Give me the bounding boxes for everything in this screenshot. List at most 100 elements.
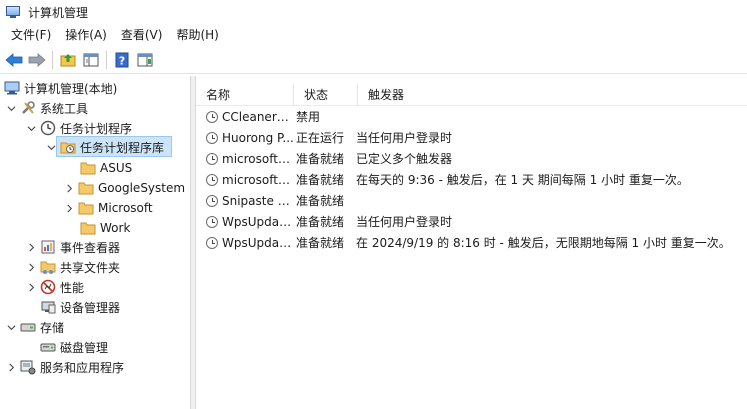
- shared-folder-icon: [40, 259, 56, 275]
- tree-label: 磁盘管理: [60, 340, 109, 355]
- column-header-status[interactable]: 状态: [294, 84, 358, 106]
- task-name: CCleanerSk...: [222, 109, 294, 124]
- performance-no-entry-icon: [40, 279, 56, 295]
- device-manager-icon: [40, 299, 56, 315]
- task-status: 准备就绪: [296, 173, 345, 187]
- tree-label: Microsoft: [98, 201, 153, 215]
- tree-item-folder-asus[interactable]: ASUS: [80, 158, 132, 178]
- help-icon[interactable]: ?: [112, 50, 132, 70]
- show-hide-action-pane-icon[interactable]: [135, 50, 155, 70]
- chevron-down-icon[interactable]: [6, 322, 16, 332]
- tree-item-system-tools[interactable]: 系统工具: [6, 98, 88, 118]
- tree-item-performance[interactable]: 性能: [26, 277, 84, 297]
- event-viewer-icon: [40, 239, 56, 255]
- table-row[interactable]: CCleanerSk... 禁用: [196, 106, 747, 127]
- tree-item-shared-folders[interactable]: 共享文件夹: [26, 257, 120, 277]
- chevron-right-icon[interactable]: [64, 183, 74, 193]
- folder-icon: [78, 180, 94, 196]
- task-clock-icon: [206, 173, 218, 186]
- menu-help[interactable]: 帮助(H): [169, 24, 225, 46]
- task-name: Snipaste (R...: [222, 193, 294, 208]
- table-row[interactable]: WpsUpdat... 准备就绪 当任何用户登录时: [196, 211, 747, 232]
- task-status: 准备就绪: [296, 236, 345, 250]
- chevron-right-icon[interactable]: [26, 262, 36, 272]
- task-trigger: 当任何用户登录时: [356, 131, 453, 145]
- forward-arrow-icon[interactable]: [27, 50, 47, 70]
- tree-item-folder-googlesystem[interactable]: GoogleSystem: [64, 178, 185, 198]
- folder-icon: [80, 160, 96, 176]
- tree-item-storage[interactable]: 存储: [6, 317, 64, 337]
- chevron-right-icon[interactable]: [64, 203, 74, 213]
- table-row[interactable]: microsofte... 准备就绪 在每天的 9:36 - 触发后，在 1 天…: [196, 169, 747, 190]
- services-icon: [20, 359, 36, 375]
- task-clock-icon: [206, 236, 218, 249]
- show-hide-tree-icon[interactable]: [81, 50, 101, 70]
- tree-item-folder-microsoft[interactable]: Microsoft: [64, 198, 153, 218]
- clock-icon: [40, 120, 56, 136]
- tree-label: ASUS: [100, 161, 133, 175]
- chevron-down-icon[interactable]: [46, 142, 56, 152]
- up-folder-icon[interactable]: [58, 50, 78, 70]
- chevron-right-icon[interactable]: [26, 282, 36, 292]
- tree-label: 计算机管理(本地): [24, 81, 118, 96]
- task-clock-icon: [206, 215, 218, 228]
- task-list-pane: 名称 状态 触发器 CCleanerSk... 禁用 Huorong P... …: [195, 76, 747, 409]
- tree-item-folder-work[interactable]: Work: [80, 218, 130, 238]
- task-status: 禁用: [296, 110, 321, 124]
- toolbar-separator: [52, 50, 53, 69]
- table-row[interactable]: WpsUpdat... 准备就绪 在 2024/9/19 的 8:16 时 - …: [196, 232, 747, 253]
- chevron-down-icon[interactable]: [26, 123, 36, 133]
- tree-label: 共享文件夹: [60, 260, 121, 275]
- tree-item-services-applications[interactable]: 服务和应用程序: [6, 357, 124, 377]
- toolbar: ?: [0, 46, 747, 74]
- task-clock-icon: [206, 152, 218, 165]
- task-status: 准备就绪: [296, 215, 345, 229]
- task-clock-icon: [206, 110, 218, 123]
- tree-item-disk-management[interactable]: 磁盘管理: [40, 337, 108, 357]
- chevron-right-icon[interactable]: [6, 362, 16, 372]
- folder-clock-icon: [60, 139, 76, 155]
- chevron-right-icon[interactable]: [26, 242, 36, 252]
- menu-bar: 文件(F) 操作(A) 查看(V) 帮助(H): [0, 24, 747, 46]
- table-row[interactable]: Huorong P... 正在运行 当任何用户登录时: [196, 127, 747, 148]
- tree-item-task-library[interactable]: 任务计划程序库: [46, 137, 164, 157]
- tree-label: 任务计划程序: [60, 121, 133, 136]
- computer-icon: [4, 80, 20, 96]
- tree-label: 性能: [60, 280, 85, 295]
- tree-item-computer-management[interactable]: 计算机管理(本地): [4, 78, 117, 98]
- navigation-tree: 计算机管理(本地) 系统工具 任务计划程序 任务计划程序库 ASUS Googl…: [0, 76, 191, 409]
- back-arrow-icon[interactable]: [4, 50, 24, 70]
- task-name: microsofte...: [222, 151, 294, 166]
- menu-action[interactable]: 操作(A): [58, 24, 114, 46]
- toolbar-separator: [106, 50, 107, 69]
- computer-management-icon: [6, 5, 20, 19]
- task-name: WpsUpdat...: [222, 214, 294, 229]
- tree-label: 设备管理器: [60, 300, 121, 315]
- tree-label: 事件查看器: [60, 240, 121, 255]
- tree-item-device-manager[interactable]: 设备管理器: [40, 297, 120, 317]
- tree-label: 存储: [40, 320, 65, 335]
- task-name: WpsUpdat...: [222, 235, 294, 250]
- task-clock-icon: [206, 131, 218, 144]
- tree-item-task-scheduler[interactable]: 任务计划程序: [26, 118, 132, 138]
- folder-icon: [80, 220, 96, 236]
- menu-file[interactable]: 文件(F): [4, 24, 58, 46]
- column-header-trigger[interactable]: 触发器: [358, 84, 747, 106]
- column-header-name[interactable]: 名称: [196, 84, 294, 106]
- task-clock-icon: [206, 194, 218, 207]
- window-title: 计算机管理: [28, 5, 89, 20]
- task-status: 准备就绪: [296, 194, 345, 208]
- task-name: microsofte...: [222, 172, 294, 187]
- table-row[interactable]: microsofte... 准备就绪 已定义多个触发器: [196, 148, 747, 169]
- tree-label: 系统工具: [40, 101, 89, 116]
- chevron-down-icon[interactable]: [6, 103, 16, 113]
- disk-icon: [40, 339, 56, 355]
- table-row[interactable]: Snipaste (R... 准备就绪: [196, 190, 747, 211]
- task-trigger: 已定义多个触发器: [356, 152, 453, 166]
- menu-view[interactable]: 查看(V): [114, 24, 170, 46]
- storage-icon: [20, 319, 36, 335]
- tree-item-event-viewer[interactable]: 事件查看器: [26, 237, 120, 257]
- task-status: 正在运行: [296, 131, 345, 145]
- svg-text:?: ?: [119, 54, 125, 67]
- tree-label: Work: [100, 221, 131, 235]
